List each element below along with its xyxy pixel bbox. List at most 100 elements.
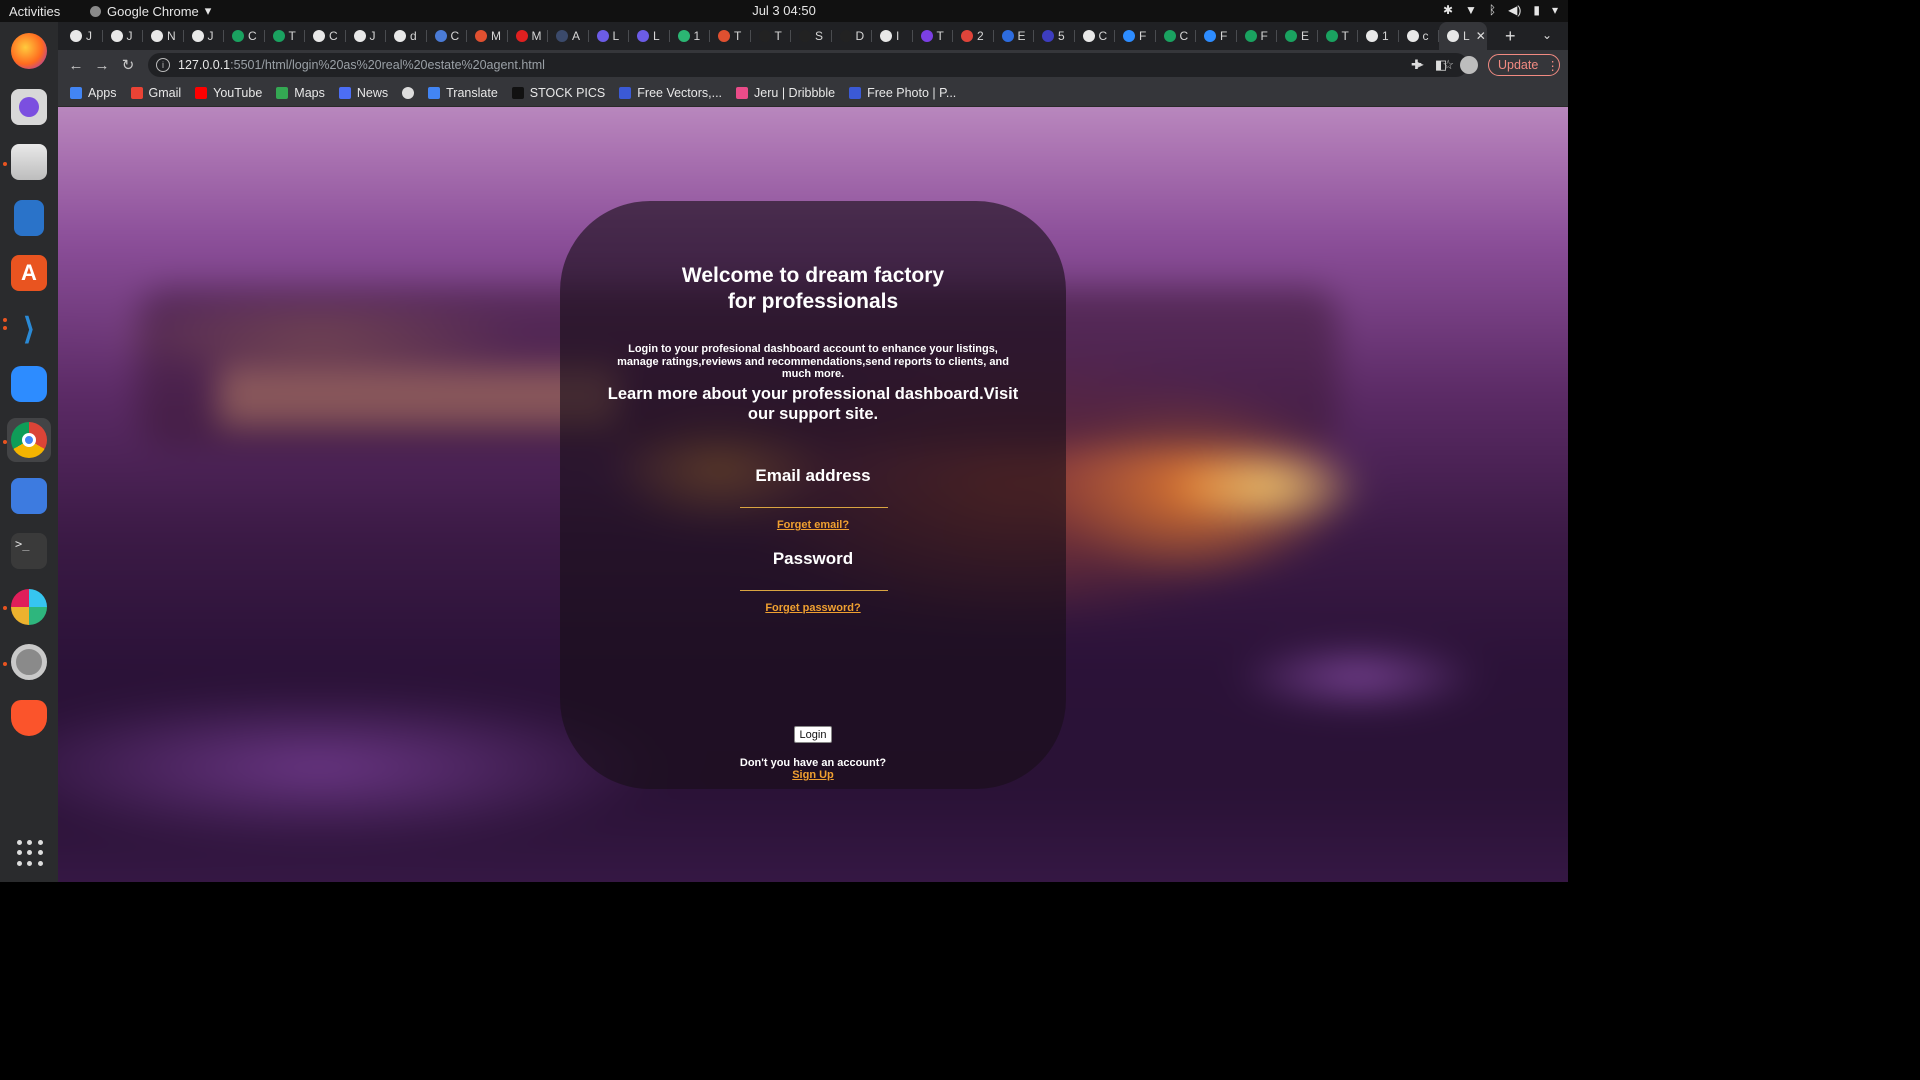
browser-tab[interactable]: 2 [953, 22, 994, 50]
battery-icon[interactable]: ▮ [1533, 3, 1540, 17]
browser-tab[interactable]: C [1156, 22, 1197, 50]
browser-tab[interactable]: I [872, 22, 913, 50]
bookmark-item[interactable] [402, 87, 415, 99]
email-field[interactable] [740, 490, 888, 508]
browser-tab[interactable]: 5 [1034, 22, 1075, 50]
bookmark-label: News [356, 86, 389, 100]
tab-title: E [1301, 29, 1310, 43]
activities-button[interactable]: Activities [0, 4, 80, 19]
browser-tab[interactable]: J [62, 22, 103, 50]
dock-chrome[interactable] [7, 418, 51, 462]
dock-vscode[interactable]: ⟩ [7, 307, 51, 351]
address-bar[interactable]: i 127.0.0.1:5501/html/login%20as%20real%… [148, 53, 1468, 77]
tab-title: F [1220, 29, 1228, 43]
close-tab-icon[interactable]: ✕ [1476, 29, 1486, 43]
dock-firefox[interactable] [7, 29, 51, 73]
dock-slack[interactable] [7, 585, 51, 629]
tab-search-chevron-icon[interactable]: ⌄ [1542, 28, 1552, 42]
slack-tray-icon[interactable]: ✱ [1443, 3, 1453, 17]
browser-tab[interactable]: N [143, 22, 184, 50]
chevron-down-icon: ▾ [204, 3, 212, 18]
intro-text: Login to your profesional dashboard acco… [617, 343, 1009, 380]
profile-avatar-icon[interactable] [1460, 56, 1479, 74]
browser-tab[interactable]: S [791, 22, 832, 50]
browser-tab[interactable]: L ✕ [1439, 22, 1487, 50]
bluetooth-icon[interactable]: ᛒ [1489, 3, 1496, 17]
bookmark-item[interactable]: Apps [70, 86, 117, 100]
browser-tab[interactable]: M [467, 22, 508, 50]
browser-tab[interactable]: F [1196, 22, 1237, 50]
browser-tab[interactable]: M [508, 22, 549, 50]
browser-tab[interactable]: T [1318, 22, 1359, 50]
browser-tab[interactable]: d [386, 22, 427, 50]
browser-tab[interactable]: C [224, 22, 265, 50]
browser-tab[interactable]: D [832, 22, 873, 50]
browser-tab[interactable]: J [346, 22, 387, 50]
sign-up-link[interactable]: Sign Up [560, 769, 1066, 781]
browser-tab[interactable]: T [913, 22, 954, 50]
dock-screen-recorder[interactable] [7, 85, 51, 129]
dock-settings[interactable] [7, 640, 51, 684]
bookmark-item[interactable]: News [338, 86, 389, 100]
bookmark-item[interactable]: Translate [428, 86, 498, 100]
browser-tab[interactable]: A [548, 22, 589, 50]
bookmark-item[interactable]: Gmail [130, 86, 181, 100]
browser-tab[interactable]: C [1075, 22, 1116, 50]
new-tab-button[interactable]: + [1505, 26, 1516, 47]
tab-title: 5 [1058, 29, 1065, 43]
login-button[interactable]: Login [794, 726, 832, 743]
dock-writer[interactable] [7, 196, 51, 240]
back-arrow-icon[interactable]: ← [63, 57, 89, 74]
clock[interactable]: Jul 3 04:50 [752, 3, 816, 18]
site-info-icon[interactable]: i [156, 58, 170, 72]
system-top-bar: Activities Google Chrome ▾ Jul 3 04:50 ✱… [0, 0, 1568, 22]
browser-tab[interactable]: J [184, 22, 225, 50]
dock-screenshot[interactable] [7, 474, 51, 518]
browser-tab[interactable]: C [305, 22, 346, 50]
dock-brave[interactable] [7, 696, 51, 740]
browser-tab[interactable]: 1 [1358, 22, 1399, 50]
browser-tab[interactable]: J [103, 22, 144, 50]
url-host: 127.0.0.1 [178, 58, 231, 72]
browser-tab[interactable]: T [265, 22, 306, 50]
browser-tab[interactable]: F [1237, 22, 1278, 50]
system-tray[interactable]: ✱ ▼ ᛒ ◀) ▮ ▾ [1443, 3, 1558, 17]
dock-app-center[interactable]: A [7, 251, 51, 295]
bookmarks-bar: Apps Gmail YouTube Maps News Translate STOCK P… [58, 80, 1568, 107]
bookmark-item[interactable]: Free Photo | P... [849, 86, 956, 100]
forget-password-link[interactable]: Forget password? [560, 602, 1066, 614]
tab-title: C [450, 29, 460, 43]
browser-tab[interactable]: T [751, 22, 792, 50]
browser-tab[interactable]: L [589, 22, 630, 50]
browser-tab[interactable]: E [1277, 22, 1318, 50]
extensions-puzzle-icon[interactable]: ✚ [1411, 57, 1422, 73]
reload-icon[interactable]: ↻ [115, 56, 141, 74]
bookmark-item[interactable]: YouTube [195, 86, 262, 100]
system-menu-chevron-icon[interactable]: ▾ [1552, 3, 1558, 17]
forget-email-link[interactable]: Forget email? [560, 519, 1066, 531]
bookmark-item[interactable]: Free Vectors,... [619, 86, 722, 100]
browser-tab[interactable]: C [427, 22, 468, 50]
bookmark-item[interactable]: Jeru | Dribbble [736, 86, 835, 100]
dock-zoom[interactable] [7, 362, 51, 406]
files-icon [11, 144, 47, 180]
browser-tab[interactable]: L [629, 22, 670, 50]
dock-files[interactable] [7, 140, 51, 184]
bookmark-item[interactable]: STOCK PICS [511, 86, 605, 100]
browser-tab[interactable]: T [710, 22, 751, 50]
browser-tab[interactable]: E [994, 22, 1035, 50]
show-applications-icon[interactable] [17, 840, 43, 866]
bookmark-favicon-icon [70, 87, 82, 99]
browser-tab[interactable]: c [1399, 22, 1440, 50]
volume-icon[interactable]: ◀) [1508, 3, 1521, 17]
browser-tab[interactable]: 1 [670, 22, 711, 50]
password-field[interactable] [740, 573, 888, 591]
dock-terminal[interactable]: >_ [7, 529, 51, 573]
app-menu[interactable]: Google Chrome ▾ [90, 3, 211, 19]
forward-arrow-icon[interactable]: → [89, 57, 115, 74]
wifi-icon[interactable]: ▼ [1465, 3, 1477, 17]
browser-tab[interactable]: F [1115, 22, 1156, 50]
update-button[interactable]: Update ⋮ [1488, 54, 1560, 76]
bookmark-item[interactable]: Maps [276, 86, 325, 100]
side-panel-icon[interactable]: ◧ [1435, 57, 1447, 73]
